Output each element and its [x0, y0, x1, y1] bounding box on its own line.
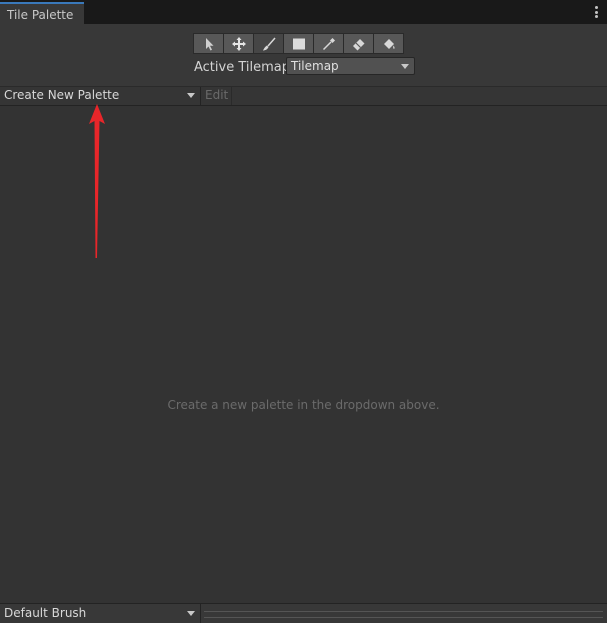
eraser-icon — [352, 38, 364, 50]
select-arrow-icon — [205, 37, 213, 50]
empty-palette-message: Create a new palette in the dropdown abo… — [167, 398, 440, 412]
brush-bar: Default Brush — [0, 603, 607, 623]
active-tilemap-label: Active Tilemap — [194, 60, 290, 75]
annotation-arrow-icon — [89, 104, 105, 258]
tool-strip — [193, 33, 404, 55]
brush-dropdown[interactable]: Default Brush — [0, 604, 201, 623]
chevron-down-icon — [401, 64, 409, 69]
window-title-bar: Tile Palette — [0, 0, 607, 24]
palette-bar: Create New Palette Edit — [0, 86, 607, 106]
paint-tool-button[interactable] — [253, 33, 283, 54]
splitter-handle[interactable] — [204, 611, 603, 618]
active-tilemap-value: Tilemap — [291, 59, 339, 73]
box-fill-tool-button[interactable] — [283, 33, 313, 54]
edit-label: Edit — [205, 88, 229, 102]
tab-tile-palette[interactable]: Tile Palette — [0, 2, 84, 24]
eyedropper-icon — [322, 37, 335, 50]
edit-palette-button[interactable]: Edit — [201, 87, 232, 105]
brush-dropdown-value: Default Brush — [4, 606, 87, 620]
chevron-down-icon — [187, 611, 195, 616]
paintbrush-icon — [262, 37, 276, 50]
box-fill-icon — [292, 38, 305, 49]
chevron-down-icon — [187, 93, 195, 98]
move-tool-button[interactable] — [223, 33, 253, 54]
active-tilemap-dropdown[interactable]: Tilemap — [286, 57, 415, 75]
pick-tool-button[interactable] — [313, 33, 343, 54]
palette-dropdown-value: Create New Palette — [4, 88, 120, 102]
erase-tool-button[interactable] — [343, 33, 373, 54]
palette-dropdown[interactable]: Create New Palette — [0, 87, 201, 105]
more-options-icon[interactable] — [595, 6, 599, 20]
tab-title: Tile Palette — [7, 8, 74, 22]
move-icon — [231, 36, 246, 51]
bucket-fill-icon — [383, 38, 395, 49]
select-tool-button[interactable] — [193, 33, 223, 54]
fill-tool-button[interactable] — [373, 33, 404, 54]
